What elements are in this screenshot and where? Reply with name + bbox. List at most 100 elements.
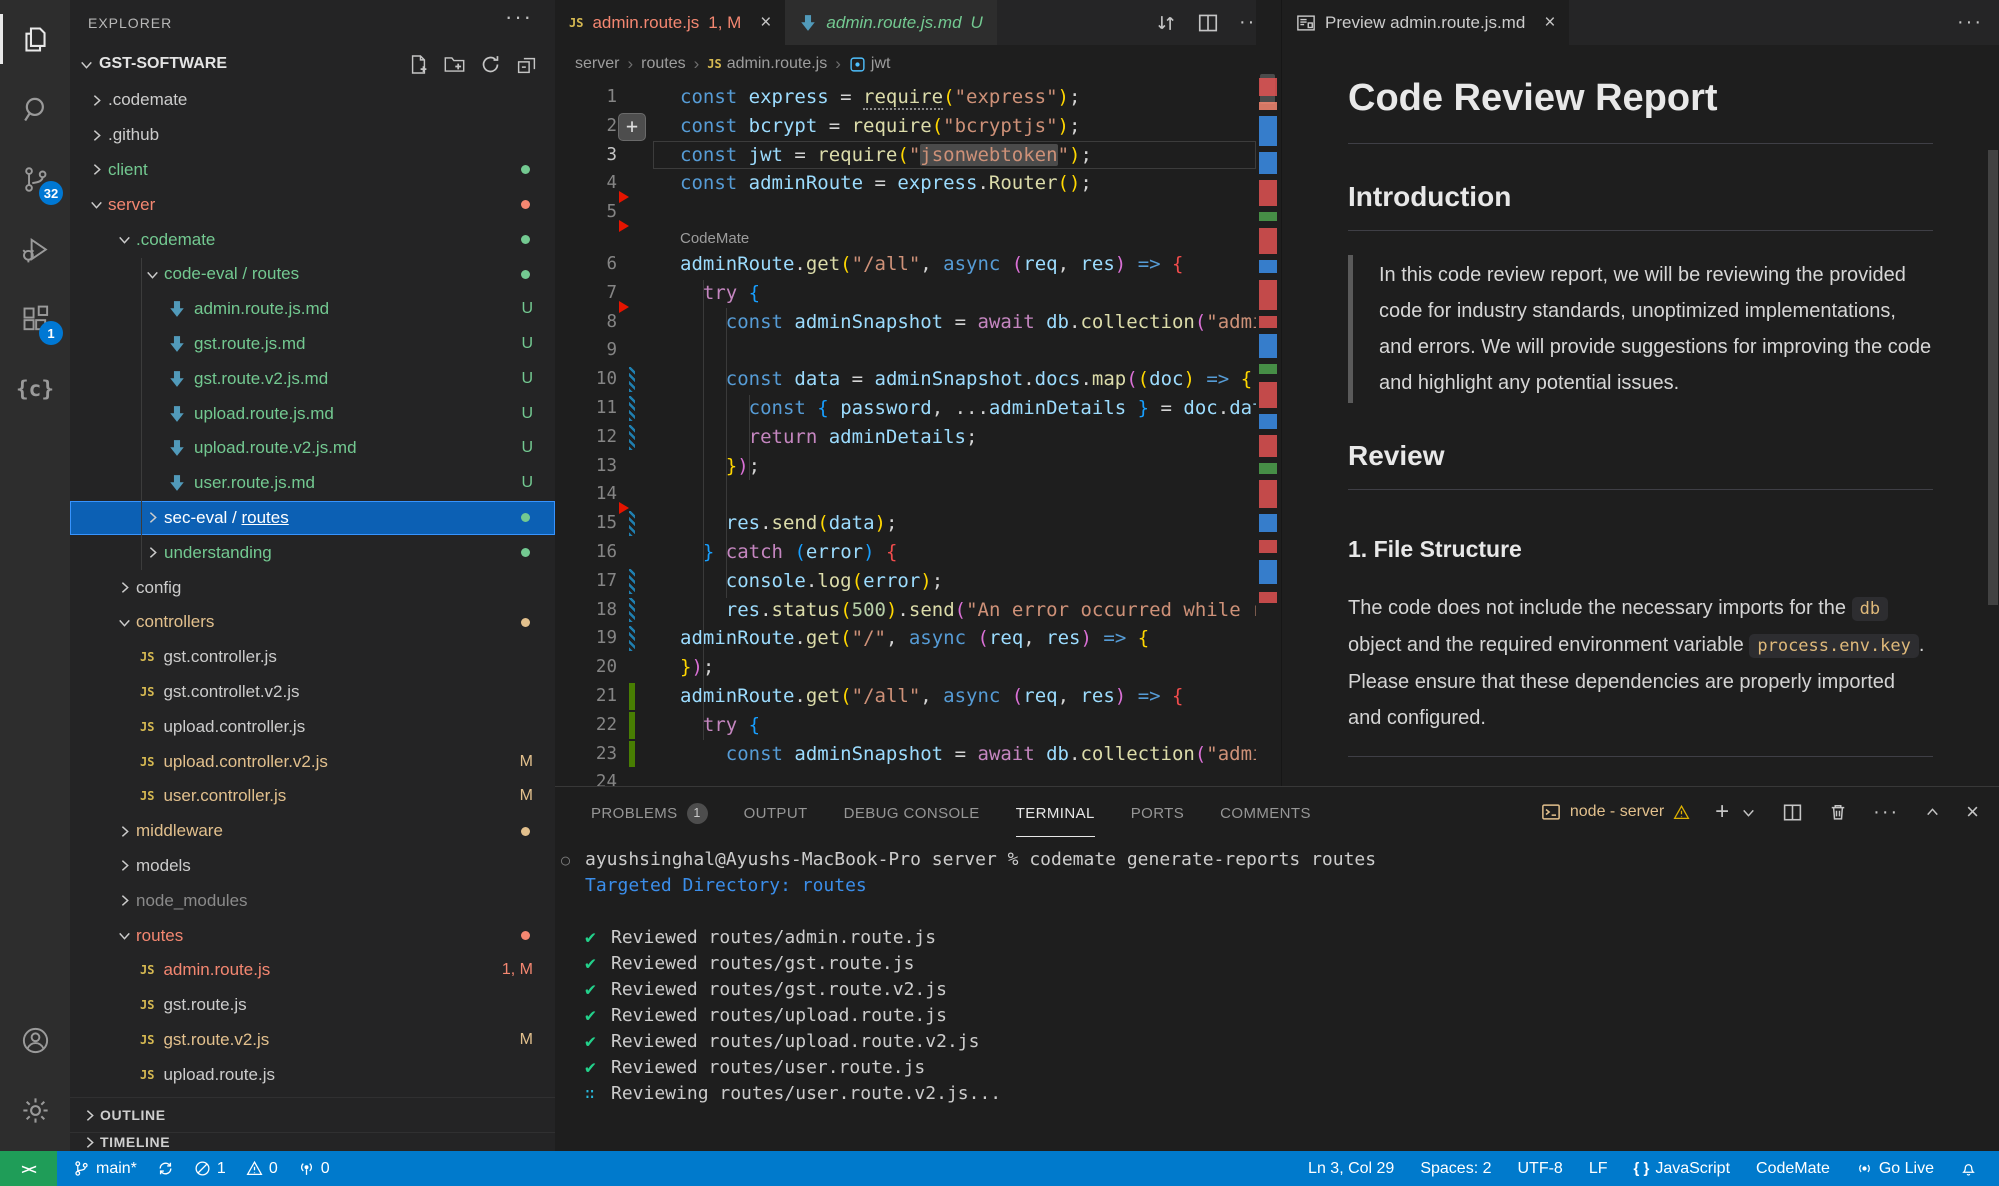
- code-line[interactable]: 8 const adminSnapshot = await db.collect…: [555, 300, 1256, 337]
- activity-settings[interactable]: [0, 1075, 70, 1145]
- code-line[interactable]: 13 });: [555, 452, 1256, 481]
- code-line[interactable]: 6 adminRoute.get("/all", async (req, res)…: [555, 250, 1256, 279]
- code-line[interactable]: 16 } catch (error) {: [555, 538, 1256, 567]
- tree-row[interactable]: JS gst.route.js: [70, 988, 555, 1023]
- more-actions-icon[interactable]: ···: [1957, 11, 1983, 34]
- compare-changes-icon[interactable]: [1155, 12, 1177, 34]
- remote-indicator[interactable]: ><: [0, 1151, 57, 1186]
- tree-row[interactable]: JS upload.controller.js: [70, 709, 555, 744]
- status-encoding[interactable]: UTF-8: [1517, 1160, 1562, 1178]
- tree-row[interactable]: JS gst.route.v2.js M: [70, 1023, 555, 1058]
- command-decoration-icon[interactable]: ○: [561, 847, 570, 873]
- status-notifications[interactable]: [1960, 1160, 1977, 1177]
- status-indentation[interactable]: Spaces: 2: [1420, 1160, 1491, 1178]
- tree-row[interactable]: upload.route.js.md U: [70, 396, 555, 431]
- code-line[interactable]: 20});: [555, 653, 1256, 682]
- tab-admin-route-js[interactable]: JS admin.route.js 1, M ×: [555, 0, 786, 45]
- code-editor[interactable]: 1 const express = require("express"); 2 + co…: [555, 83, 1256, 786]
- tree-row[interactable]: JS user.controller.js M: [70, 779, 555, 814]
- panel-tab-terminal[interactable]: TERMINAL: [1015, 787, 1095, 837]
- collapse-all-icon[interactable]: [516, 54, 537, 75]
- split-panel-icon[interactable]: [1782, 802, 1803, 823]
- tree-row[interactable]: config: [70, 570, 555, 605]
- activity-extensions[interactable]: 1: [0, 284, 70, 354]
- tree-row[interactable]: server: [70, 187, 555, 222]
- tree-row[interactable]: JS admin.route.js 1, M: [70, 953, 555, 988]
- code-line[interactable]: 3 const jwt = require("jsonwebtoken");: [555, 140, 1256, 170]
- status-errors[interactable]: 1: [194, 1160, 226, 1178]
- status-branch[interactable]: main*: [73, 1160, 137, 1178]
- panel-tab-problems[interactable]: PROBLEMS 1: [591, 787, 708, 837]
- chevron-down-icon[interactable]: [1740, 804, 1757, 821]
- activity-codemate[interactable]: {c}: [0, 354, 70, 424]
- workspace-section-header[interactable]: GST-SOFTWARE: [70, 45, 555, 83]
- split-editor-icon[interactable]: [1197, 12, 1219, 34]
- activity-accounts[interactable]: [0, 1005, 70, 1075]
- codemate-marker-icon[interactable]: [619, 219, 629, 232]
- code-line[interactable]: 5: [555, 191, 1256, 227]
- add-terminal-icon[interactable]: +: [1715, 798, 1729, 826]
- panel-tab-output[interactable]: OUTPUT: [744, 787, 808, 837]
- breadcrumb-item[interactable]: server: [575, 55, 619, 73]
- new-folder-icon[interactable]: [444, 54, 465, 75]
- status-broadcast[interactable]: 0: [298, 1160, 330, 1178]
- terminal-picker[interactable]: node - server: [1541, 802, 1690, 822]
- codemate-add-button[interactable]: +: [618, 112, 646, 141]
- tab-preview-admin-route-js-md[interactable]: Preview admin.route.js.md ×: [1282, 0, 1570, 45]
- chevron-up-icon[interactable]: [1924, 804, 1941, 821]
- code-line[interactable]: 23 const adminSnapshot = await db.collec…: [555, 740, 1256, 769]
- codemate-marker-icon[interactable]: [619, 300, 629, 313]
- new-file-icon[interactable]: [408, 54, 429, 75]
- code-line[interactable]: 21 adminRoute.get("/all", async (req, res…: [555, 682, 1256, 711]
- timeline-section[interactable]: TIMELINE: [70, 1132, 555, 1151]
- tree-row[interactable]: JS upload.controller.v2.js M: [70, 744, 555, 779]
- terminal-output[interactable]: ○ ayushsinghal@Ayushs-MacBook-Pro server …: [555, 837, 1999, 1151]
- breadcrumb-item[interactable]: JS admin.route.js: [707, 55, 827, 73]
- outline-section[interactable]: OUTLINE: [70, 1097, 555, 1132]
- status-cursor-position[interactable]: Ln 3, Col 29: [1308, 1160, 1394, 1178]
- code-line[interactable]: 14: [555, 480, 1256, 509]
- status-codemate[interactable]: CodeMate: [1756, 1160, 1830, 1178]
- activity-explorer[interactable]: [0, 4, 70, 74]
- status-go-live[interactable]: Go Live: [1856, 1160, 1934, 1178]
- tree-row[interactable]: client: [70, 153, 555, 188]
- code-line[interactable]: 12 return adminDetails;: [555, 423, 1256, 452]
- code-line[interactable]: 1 const express = require("express");: [555, 83, 1256, 112]
- tab-admin-route-js-md[interactable]: admin.route.js.md U: [785, 0, 997, 45]
- tree-row[interactable]: code-eval / routes: [70, 257, 555, 292]
- panel-tab-comments[interactable]: COMMENTS: [1220, 787, 1311, 837]
- refresh-icon[interactable]: [480, 54, 501, 75]
- close-icon[interactable]: ×: [760, 12, 771, 34]
- trash-icon[interactable]: [1828, 802, 1848, 822]
- breadcrumb-item[interactable]: jwt: [849, 55, 890, 73]
- breadcrumb-item[interactable]: routes: [641, 55, 685, 73]
- tree-row[interactable]: .codemate: [70, 83, 555, 118]
- tree-row[interactable]: middleware: [70, 814, 555, 849]
- more-actions-icon[interactable]: ···: [1873, 801, 1899, 824]
- tree-row[interactable]: routes: [70, 918, 555, 953]
- status-eol[interactable]: LF: [1589, 1160, 1608, 1178]
- tree-row[interactable]: JS upload.route.js: [70, 1057, 555, 1092]
- code-line[interactable]: 15 res.send(data);: [555, 502, 1256, 538]
- code-line[interactable]: 24: [555, 768, 1256, 786]
- activity-source-control[interactable]: 32: [0, 144, 70, 214]
- codelens-row[interactable]: CodeMate: [555, 219, 1256, 250]
- code-line[interactable]: 11 const { password, ...adminDetails } =…: [555, 394, 1256, 423]
- status-sync[interactable]: [157, 1160, 174, 1177]
- tree-row[interactable]: .codemate: [70, 222, 555, 257]
- tree-row[interactable]: gst.route.js.md U: [70, 327, 555, 362]
- code-line[interactable]: 19 adminRoute.get("/", async (req, res) =…: [555, 624, 1256, 653]
- tree-row[interactable]: upload.route.v2.js.md U: [70, 431, 555, 466]
- tree-row[interactable]: controllers: [70, 605, 555, 640]
- tree-row[interactable]: JS gst.controllet.v2.js: [70, 675, 555, 710]
- tree-row[interactable]: .github: [70, 118, 555, 153]
- tree-row[interactable]: gst.route.v2.js.md U: [70, 361, 555, 396]
- status-warnings[interactable]: 0: [246, 1160, 278, 1178]
- code-line[interactable]: 9: [555, 336, 1256, 365]
- code-line[interactable]: 18 res.status(500).send("An error occurr…: [555, 596, 1256, 625]
- code-line[interactable]: 7 try {: [555, 279, 1256, 308]
- minimap[interactable]: [1256, 0, 1281, 786]
- activity-search[interactable]: [0, 74, 70, 144]
- sidebar-more-button[interactable]: ···: [505, 4, 533, 30]
- tree-row[interactable]: node_modules: [70, 883, 555, 918]
